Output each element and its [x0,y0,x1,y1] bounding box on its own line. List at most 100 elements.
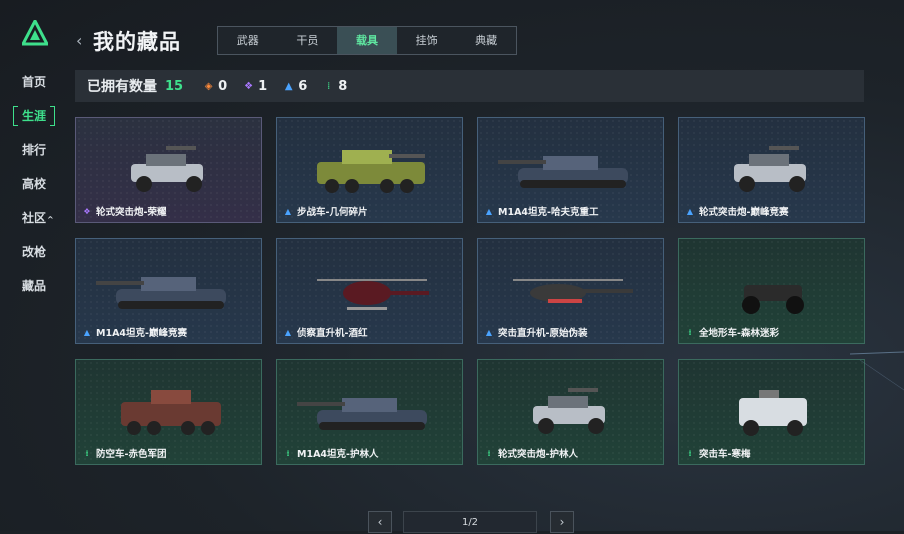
triangle-blue-icon: ▲ [284,327,292,337]
collection-card[interactable]: ⁞ 全地形车-森林迷彩 [678,238,865,344]
back-button[interactable]: ‹ [76,31,82,50]
vehicle-image [498,156,628,188]
sidebar-item-label: 生涯 [22,109,47,123]
dots-green-icon: ⁞ [85,448,89,458]
collection-card[interactable]: ▲ M1A4坦克-巅峰竞赛 [75,238,262,344]
vehicle-image [513,279,633,303]
card-title: ▲ M1A4坦克-巅峰竞赛 [82,325,187,340]
card-title-text: M1A4坦克-护林人 [297,449,379,460]
diamond-orange-icon: ◈ [204,80,213,92]
owned-count-total: 15 [165,78,184,94]
rarity-count-blue: ▲ 6 [283,79,307,94]
card-title-text: 轮式突击炮-护林人 [498,449,578,460]
rarity-count-orange: ◈ 0 [203,79,227,94]
triangle-blue-icon: ▲ [485,206,493,216]
card-title: ⁞ 防空车-赤色军团 [82,446,167,461]
tab-vehicles[interactable]: 载具 [337,27,397,54]
card-title: ⁞ 轮式突击炮-护林人 [484,446,578,461]
next-page-button[interactable]: › [550,511,574,533]
card-title: ▲ 步战车-几何碎片 [283,204,368,219]
sidebar-item-ranking[interactable]: 排行 [12,136,56,170]
vehicle-image [131,146,203,192]
card-title: ⁞ 突击车-寒梅 [685,446,751,461]
card-title-text: M1A4坦克-哈夫克重工 [498,207,599,218]
sidebar-item-label: 首页 [22,75,47,89]
collection-card[interactable]: ⁞ M1A4坦克-护林人 [276,359,463,465]
vehicle-image [96,277,226,309]
sidebar-item-career[interactable]: 生涯 [12,102,56,136]
vehicle-image [121,390,221,435]
card-title-text: 突击车-寒梅 [699,449,751,460]
sidebar-item-label: 排行 [22,143,47,157]
sidebar-item-label: 高校 [22,177,47,191]
sidebar-nav: 首页 生涯 排行 高校 社区^ 改枪 藏品 [12,68,56,306]
sidebar-item-college[interactable]: 高校 [12,170,56,204]
vehicle-image [317,279,429,310]
rarity-count-value: 6 [298,78,308,94]
chevron-up-icon: ^ [47,215,54,224]
card-title-text: 突击直升机-原始伪装 [498,328,588,339]
card-title: ❖ 轮式突击炮-荣耀 [82,204,167,219]
card-title-text: 步战车-几何碎片 [297,207,368,218]
collection-card[interactable]: ▲ 轮式突击炮-巅峰竞赛 [678,117,865,223]
triangle-blue-icon: ▲ [284,206,292,216]
triangle-blue-icon: ▲ [284,80,293,92]
card-title-text: 侦察直升机-酒红 [297,328,368,339]
card-title-text: 全地形车-森林迷彩 [699,328,779,339]
collection-card[interactable]: ⁞ 防空车-赤色军团 [75,359,262,465]
sidebar-item-collection[interactable]: 藏品 [12,272,56,306]
owned-stats-bar: 已拥有数量 15 ◈ 0 ❖ 1 ▲ 6 ⁞ 8 [75,70,864,102]
vehicle-image [739,390,807,436]
collection-card[interactable]: ⁞ 轮式突击炮-护林人 [477,359,664,465]
sidebar-item-gunsmith[interactable]: 改枪 [12,238,56,272]
active-bracket-left [13,106,18,126]
dots-green-icon: ⁞ [286,448,290,458]
rarity-count-value: 1 [258,78,268,94]
card-title-text: 防空车-赤色军团 [96,449,167,460]
collection-card[interactable]: ▲ 侦察直升机-酒红 [276,238,463,344]
triangle-blue-icon: ▲ [686,206,694,216]
triangle-blue-icon: ▲ [485,327,493,337]
card-title: ▲ 侦察直升机-酒红 [283,325,368,340]
card-title: ▲ M1A4坦克-哈夫克重工 [484,204,599,219]
card-title-text: 轮式突击炮-荣耀 [96,207,167,218]
collection-card[interactable]: ▲ 突击直升机-原始伪装 [477,238,664,344]
collection-card[interactable]: ▲ 步战车-几何碎片 [276,117,463,223]
collection-card[interactable]: ▲ M1A4坦克-哈夫克重工 [477,117,664,223]
tab-operators[interactable]: 干员 [278,27,338,54]
dots-green-icon: ⁞ [688,448,692,458]
sidebar-item-community[interactable]: 社区^ [12,204,56,238]
card-title: ⁞ M1A4坦克-护林人 [283,446,379,461]
card-title: ▲ 轮式突击炮-巅峰竞赛 [685,204,789,219]
dots-green-icon: ⁞ [487,448,491,458]
category-tabs: 武器 干员 载具 挂饰 典藏 [217,26,517,55]
sidebar-item-home[interactable]: 首页 [12,68,56,102]
diamond-purple-icon: ❖ [244,80,254,92]
tab-charms[interactable]: 挂饰 [397,27,457,54]
page-title: 我的藏品 [93,30,181,54]
tab-weapons[interactable]: 武器 [218,27,278,54]
active-bracket-right [50,106,55,126]
sidebar-item-label: 藏品 [22,279,47,293]
card-title-text: M1A4坦克-巅峰竞赛 [96,328,187,339]
dots-green-icon: ⁞ [688,327,692,337]
triangle-blue-icon: ▲ [83,327,91,337]
sidebar-item-label: 社区 [22,211,47,225]
sidebar-item-label: 改枪 [22,245,47,259]
card-title: ⁞ 全地形车-森林迷彩 [685,325,779,340]
dots-green-icon: ⁞ [327,80,331,92]
prev-page-button[interactable]: ‹ [368,511,392,533]
vehicle-image [297,398,427,430]
vehicle-image [317,150,425,193]
app-logo-icon[interactable] [22,20,48,46]
light-streak-decoration [850,351,904,391]
card-title: ▲ 突击直升机-原始伪装 [484,325,588,340]
vehicle-image [734,146,806,192]
card-title-text: 轮式突击炮-巅峰竞赛 [699,207,789,218]
owned-count-label: 已拥有数量 [87,79,157,95]
tab-collectibles[interactable]: 典藏 [456,27,516,54]
collection-card[interactable]: ⁞ 突击车-寒梅 [678,359,865,465]
collection-card[interactable]: ❖ 轮式突击炮-荣耀 [75,117,262,223]
rarity-count-value: 8 [338,78,348,94]
diamond-purple-icon: ❖ [83,206,91,216]
